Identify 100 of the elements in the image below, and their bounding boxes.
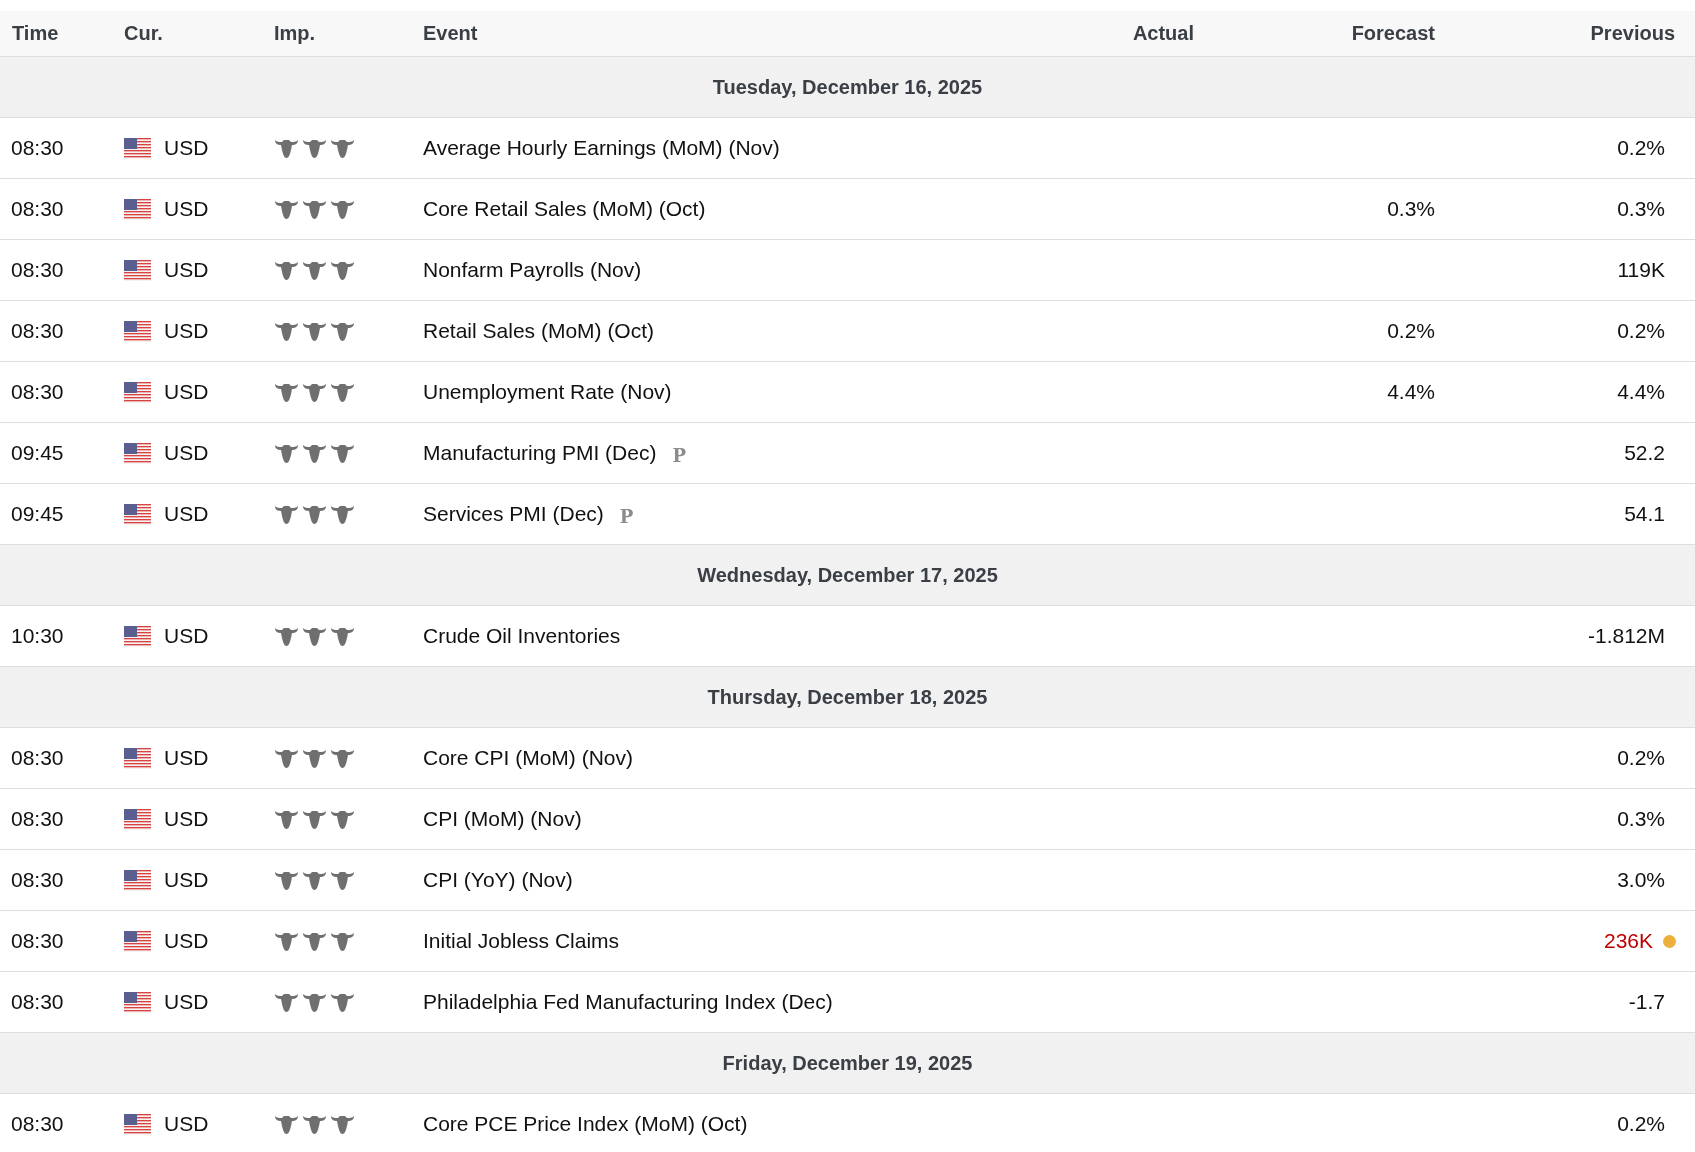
currency-cell: USD	[164, 197, 209, 221]
bull-icon	[330, 808, 355, 830]
time-cell-text: 10:30	[10, 624, 64, 648]
forecast-cell: 4.4%	[1387, 380, 1435, 404]
currency-cell: USD	[164, 990, 209, 1014]
column-header: Cur.	[124, 22, 163, 45]
currency-cell: USD	[164, 624, 209, 648]
previous-cell: 119K	[1617, 258, 1665, 282]
bull-icon	[302, 1113, 327, 1135]
us-flag-icon	[124, 198, 151, 220]
us-flag-icon	[124, 747, 151, 769]
currency-cell: USD	[164, 502, 209, 526]
bull-icon	[330, 198, 355, 220]
currency-cell: USD	[164, 746, 209, 770]
currency-cell: USD	[164, 380, 209, 404]
bull-icon	[302, 625, 327, 647]
bull-icon	[330, 503, 355, 525]
bull-icon	[302, 381, 327, 403]
bull-icon	[274, 381, 299, 403]
bull-icon	[274, 991, 299, 1013]
event-name[interactable]: Unemployment Rate (Nov)	[423, 380, 672, 404]
us-flag-icon	[124, 259, 151, 281]
time-cell-text: 09:45	[10, 502, 64, 526]
bull-icon	[274, 808, 299, 830]
us-flag-icon	[124, 808, 151, 830]
event-name[interactable]: Initial Jobless Claims	[423, 929, 620, 953]
column-header: Previous	[1590, 22, 1676, 45]
column-header: Actual	[1132, 22, 1194, 45]
us-flag-icon	[124, 137, 151, 159]
previous-cell: 52.2	[1624, 441, 1665, 465]
event-name[interactable]: Core CPI (MoM) (Nov)	[423, 746, 633, 770]
bull-icon	[302, 869, 327, 891]
currency-cell: USD	[164, 319, 209, 343]
bull-icon	[330, 442, 355, 464]
event-name[interactable]: Crude Oil Inventories	[423, 624, 621, 648]
previous-cell: 54.1	[1624, 502, 1665, 526]
bull-icon	[302, 808, 327, 830]
bull-icon	[330, 991, 355, 1013]
event-name[interactable]: Manufacturing PMI (Dec)	[423, 441, 657, 465]
time-cell-text: 08:30	[10, 136, 64, 160]
time-cell-text: 08:30	[10, 929, 64, 953]
preliminary-label: P	[672, 444, 686, 466]
bull-icon	[274, 869, 299, 891]
previous-cell: 0.3%	[1617, 807, 1665, 831]
date-text: Wednesday, December 17, 2025	[697, 563, 998, 587]
time-cell-text: 08:30	[10, 380, 64, 404]
event-name[interactable]: Average Hourly Earnings (MoM) (Nov)	[423, 136, 780, 160]
us-flag-icon	[124, 320, 151, 342]
bull-icon	[330, 930, 355, 952]
previous-cell: 0.3%	[1617, 197, 1665, 221]
us-flag-icon	[124, 991, 151, 1013]
bull-icon	[330, 259, 355, 281]
currency-cell: USD	[164, 258, 209, 282]
us-flag-icon	[124, 442, 151, 464]
bull-icon	[302, 320, 327, 342]
bull-icon	[274, 442, 299, 464]
previous-cell: 236K	[1603, 929, 1653, 953]
bull-icon	[274, 259, 299, 281]
us-flag-icon	[124, 1113, 151, 1135]
time-cell-text: 08:30	[10, 258, 64, 282]
forecast-cell: 0.3%	[1387, 197, 1435, 221]
date-text: Thursday, December 18, 2025	[707, 685, 988, 709]
bull-icon	[302, 991, 327, 1013]
previous-cell: 0.2%	[1617, 746, 1665, 770]
event-name[interactable]: Nonfarm Payrolls (Nov)	[423, 258, 642, 282]
bull-icon	[302, 503, 327, 525]
time-cell-text: 08:30	[10, 197, 64, 221]
previous-cell: -1.812M	[1587, 624, 1665, 648]
column-header: Event	[423, 22, 478, 45]
bull-icon	[330, 625, 355, 647]
forecast-cell: 0.2%	[1387, 319, 1435, 343]
bull-icon	[302, 442, 327, 464]
event-name[interactable]: Retail Sales (MoM) (Oct)	[423, 319, 655, 343]
date-text: Tuesday, December 16, 2025	[712, 75, 983, 99]
time-cell-text: 08:30	[10, 807, 64, 831]
event-name[interactable]: Core PCE Price Index (MoM) (Oct)	[423, 1112, 748, 1136]
bull-icon	[274, 930, 299, 952]
event-name[interactable]: Core Retail Sales (MoM) (Oct)	[423, 197, 706, 221]
us-flag-icon	[124, 381, 151, 403]
event-name[interactable]: Services PMI (Dec)	[423, 502, 604, 526]
event-name[interactable]: Philadelphia Fed Manufacturing Index (Dec)	[423, 990, 833, 1014]
us-flag-icon	[124, 930, 151, 952]
event-name[interactable]: CPI (MoM) (Nov)	[423, 807, 582, 831]
bull-icon	[330, 320, 355, 342]
time-cell-text: 08:30	[10, 1112, 64, 1136]
us-flag-icon	[124, 503, 151, 525]
bull-icon	[302, 747, 327, 769]
previous-cell: 0.2%	[1617, 319, 1665, 343]
previous-cell: 3.0%	[1617, 868, 1665, 892]
time-cell-text: 08:30	[10, 746, 64, 770]
bull-icon	[330, 381, 355, 403]
bull-icon	[274, 1113, 299, 1135]
previous-cell: 0.2%	[1617, 1112, 1665, 1136]
preliminary-label: P	[619, 505, 634, 527]
event-name[interactable]: CPI (YoY) (Nov)	[423, 868, 573, 892]
bull-icon	[330, 1113, 355, 1135]
time-cell-text: 08:30	[10, 868, 64, 892]
currency-cell: USD	[164, 929, 209, 953]
time-cell-text: 08:30	[10, 990, 64, 1014]
bull-icon	[302, 198, 327, 220]
